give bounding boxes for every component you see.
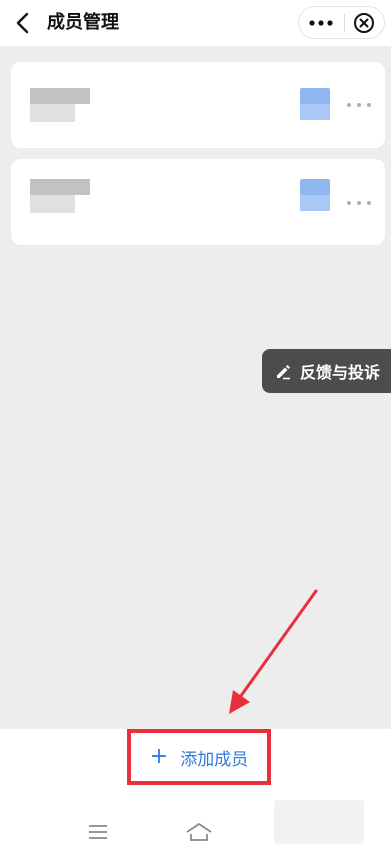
member-role-blurred xyxy=(300,88,330,120)
dot xyxy=(367,201,371,205)
dot xyxy=(357,201,361,205)
member-name-blurred xyxy=(30,179,90,213)
member-name-blurred xyxy=(30,88,90,122)
feedback-label: 反馈与投诉 xyxy=(300,363,381,382)
member-more-button[interactable] xyxy=(347,195,371,211)
dot xyxy=(367,103,371,107)
more-dots-icon xyxy=(309,19,334,26)
system-nav-blurred xyxy=(274,800,364,844)
plus-icon: + xyxy=(149,744,169,769)
member-card[interactable] xyxy=(11,62,385,148)
page-title: 成员管理 xyxy=(47,12,119,33)
add-member-button[interactable]: + 添加成员 xyxy=(127,729,271,785)
close-button[interactable] xyxy=(345,7,384,38)
member-role-blurred xyxy=(300,179,330,211)
edit-pencil-icon xyxy=(277,365,290,380)
close-circle-icon xyxy=(354,12,375,33)
header-bar: 成员管理 xyxy=(0,0,391,46)
back-button[interactable] xyxy=(6,6,40,40)
home-icon[interactable] xyxy=(183,820,215,844)
dot xyxy=(347,103,351,107)
mini-program-capsule xyxy=(298,6,385,39)
member-more-button[interactable] xyxy=(347,97,371,113)
dot xyxy=(357,103,361,107)
feedback-button[interactable]: 反馈与投诉 xyxy=(262,349,391,393)
menu-icon[interactable] xyxy=(85,822,111,842)
add-member-label: 添加成员 xyxy=(180,749,249,770)
chevron-left-icon xyxy=(16,12,29,34)
more-button[interactable] xyxy=(299,7,344,38)
member-card[interactable] xyxy=(11,159,385,245)
dot xyxy=(347,201,351,205)
